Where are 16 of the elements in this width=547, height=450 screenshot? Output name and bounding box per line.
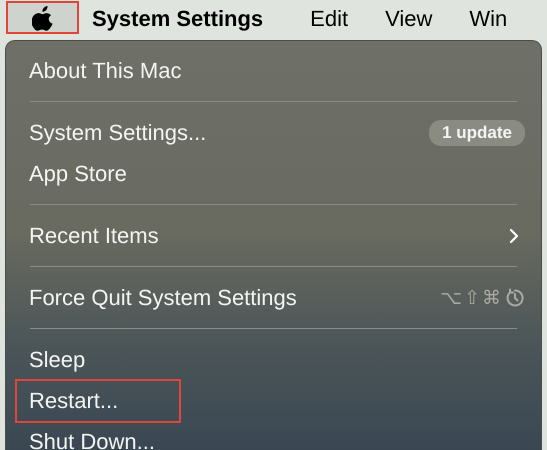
menu-bar-item[interactable]: View	[385, 6, 432, 32]
menu-item[interactable]: Sleep	[17, 340, 98, 380]
menu-item[interactable]: Recent Items	[17, 216, 171, 256]
apple-logo-icon	[32, 4, 54, 30]
menu-bar-item[interactable]: System Settings	[92, 6, 264, 32]
apple-menu-button[interactable]	[6, 1, 79, 34]
menu-item[interactable]: About This Mac	[17, 50, 194, 90]
menu-item[interactable]: Restart...	[17, 380, 179, 420]
menu-bar-item[interactable]: Edit	[310, 6, 348, 32]
menu-item[interactable]: Shut Down...	[17, 422, 167, 450]
menu-item[interactable]: System Settings...	[17, 112, 218, 152]
menu-bar-item[interactable]: Win	[469, 6, 508, 32]
keyboard-shortcut: ⌥⇧⌘	[440, 286, 503, 308]
update-badge: 1 update	[429, 120, 525, 146]
menu-item[interactable]: Force Quit System Settings	[17, 278, 309, 318]
menu-item[interactable]: App Store	[17, 154, 139, 194]
